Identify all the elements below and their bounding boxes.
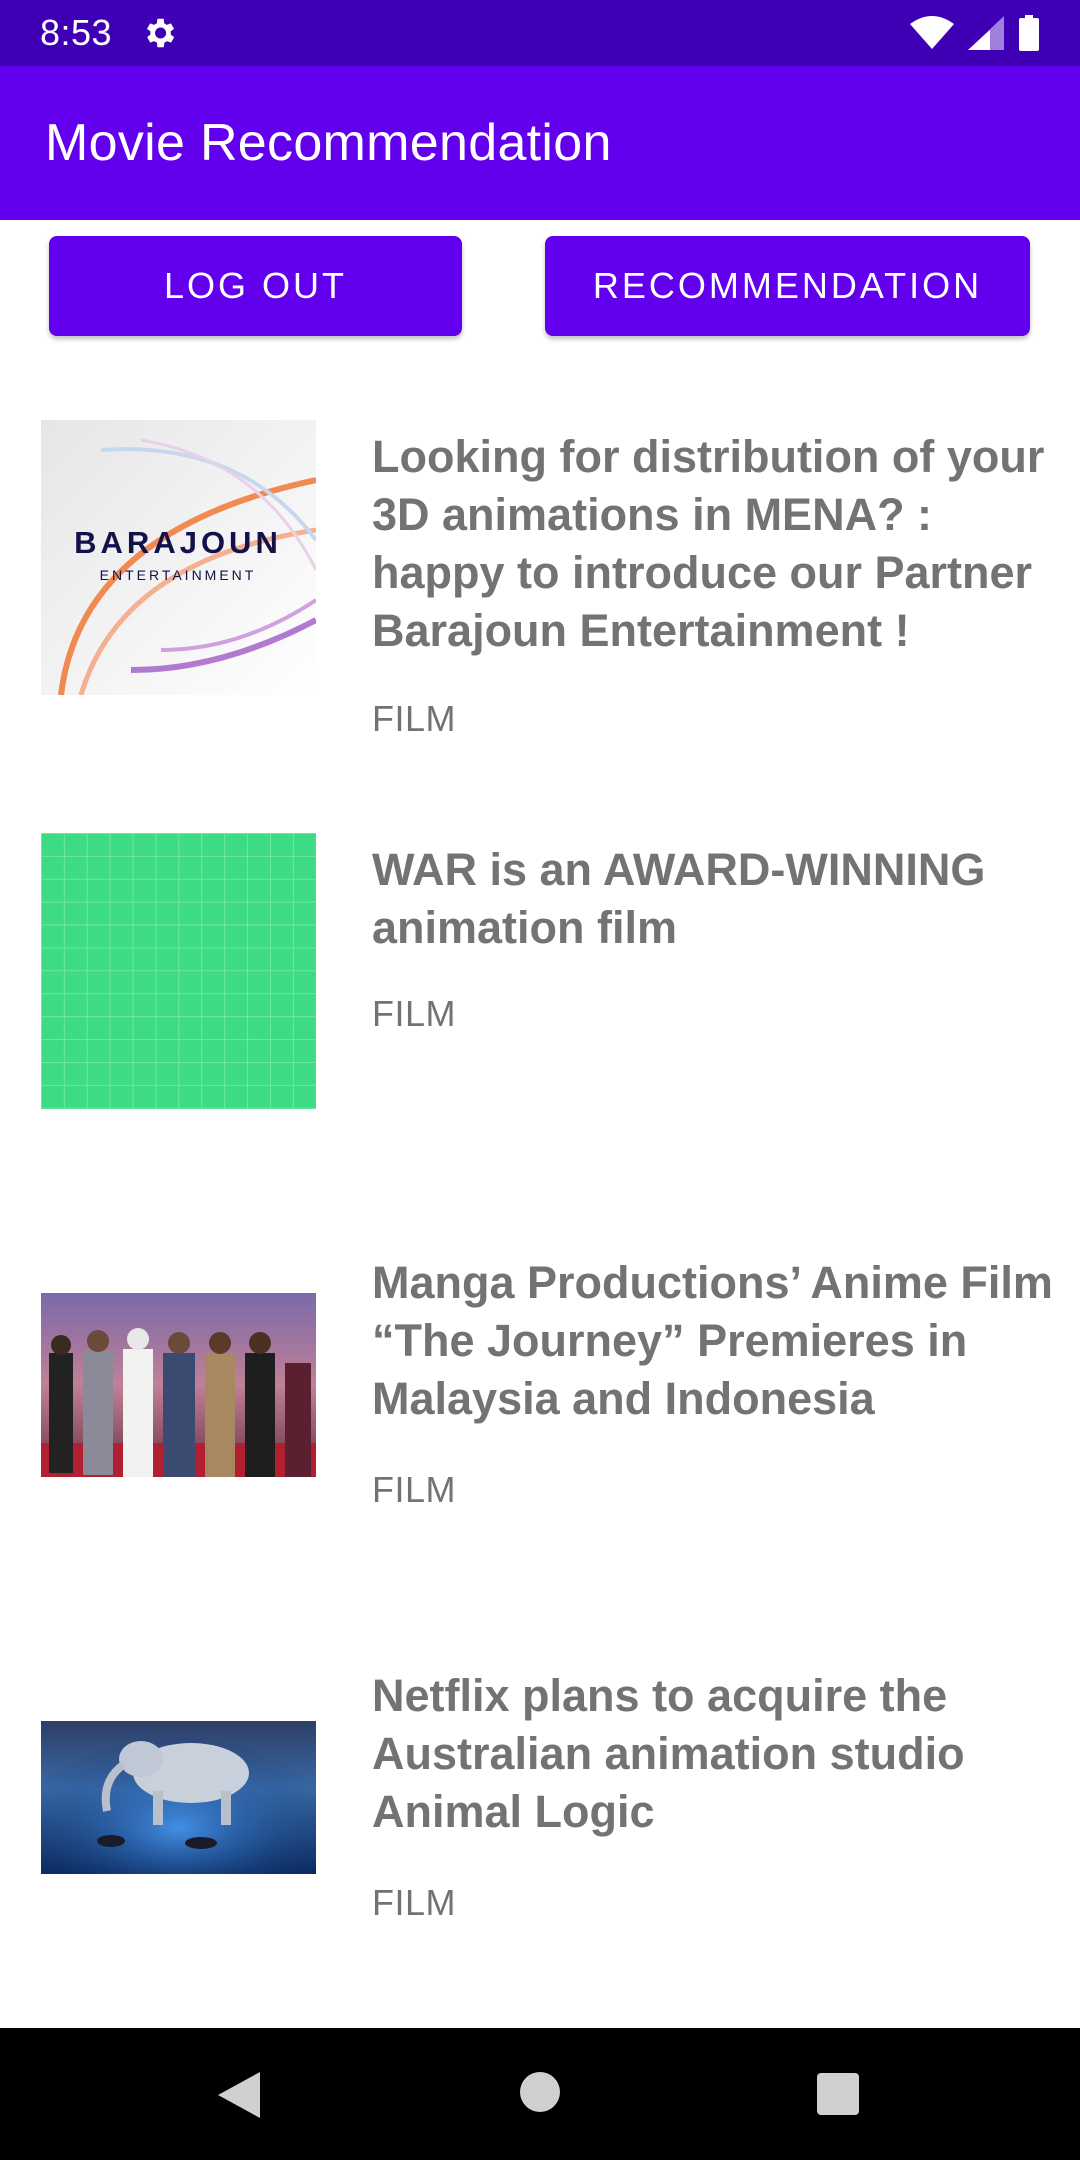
battery-icon xyxy=(1019,15,1039,51)
status-icons xyxy=(910,15,1040,51)
recommendation-button[interactable]: RECOMMENDATION xyxy=(545,236,1030,336)
logout-button[interactable]: LOG OUT xyxy=(49,236,462,336)
article-title: Manga Productions’ Anime Film “The Journ… xyxy=(372,1257,1053,1424)
article-category: FILM xyxy=(372,993,457,1034)
barajoun-logo-image: BARAJOUN ENTERTAINMENT xyxy=(41,420,316,695)
animal-logic-image xyxy=(41,1721,316,1874)
wifi-icon xyxy=(910,16,954,49)
back-icon[interactable] xyxy=(218,2072,260,2118)
article-category: FILM xyxy=(372,1882,457,1923)
article-title: Netflix plans to acquire the Australian … xyxy=(372,1670,965,1837)
article-category: FILM xyxy=(372,698,457,739)
svg-text:ENTERTAINMENT: ENTERTAINMENT xyxy=(100,567,257,583)
app-bar: Movie Recommendation xyxy=(0,66,1080,220)
svg-text:BARAJOUN: BARAJOUN xyxy=(74,525,282,560)
navigation-bar xyxy=(0,2028,1080,2160)
list-item[interactable]: Manga Productions’ Anime Film “The Journ… xyxy=(0,1246,1080,1546)
app-title: Movie Recommendation xyxy=(45,114,612,172)
article-thumbnail: BARAJOUN ENTERTAINMENT xyxy=(41,420,316,695)
gear-icon xyxy=(147,18,175,48)
grid-placeholder-image xyxy=(41,833,316,1109)
recents-icon[interactable] xyxy=(817,2073,859,2115)
article-title: WAR is an AWARD-WINNING animation film xyxy=(372,844,986,953)
article-thumbnail xyxy=(41,1721,316,1874)
article-category: FILM xyxy=(372,1469,457,1510)
signal-icon xyxy=(968,16,1004,50)
list-item[interactable]: WAR is an AWARD-WINNING animation film F… xyxy=(0,833,1080,1133)
home-icon[interactable] xyxy=(520,2072,560,2112)
article-title: Looking for distribution of your 3D anim… xyxy=(372,431,1045,656)
article-thumbnail xyxy=(41,833,316,1109)
list-item[interactable]: Netflix plans to acquire the Australian … xyxy=(0,1659,1080,1959)
phone-screen: 8:53 Movie Recommendation LOG OUT RECOMM… xyxy=(0,0,1080,2160)
list-item[interactable]: BARAJOUN ENTERTAINMENT Looking for distr… xyxy=(0,420,1080,760)
premiere-photo-image xyxy=(41,1293,316,1477)
status-bar: 8:53 xyxy=(0,0,1080,66)
status-time: 8:53 xyxy=(40,12,113,53)
article-thumbnail xyxy=(41,1293,316,1477)
